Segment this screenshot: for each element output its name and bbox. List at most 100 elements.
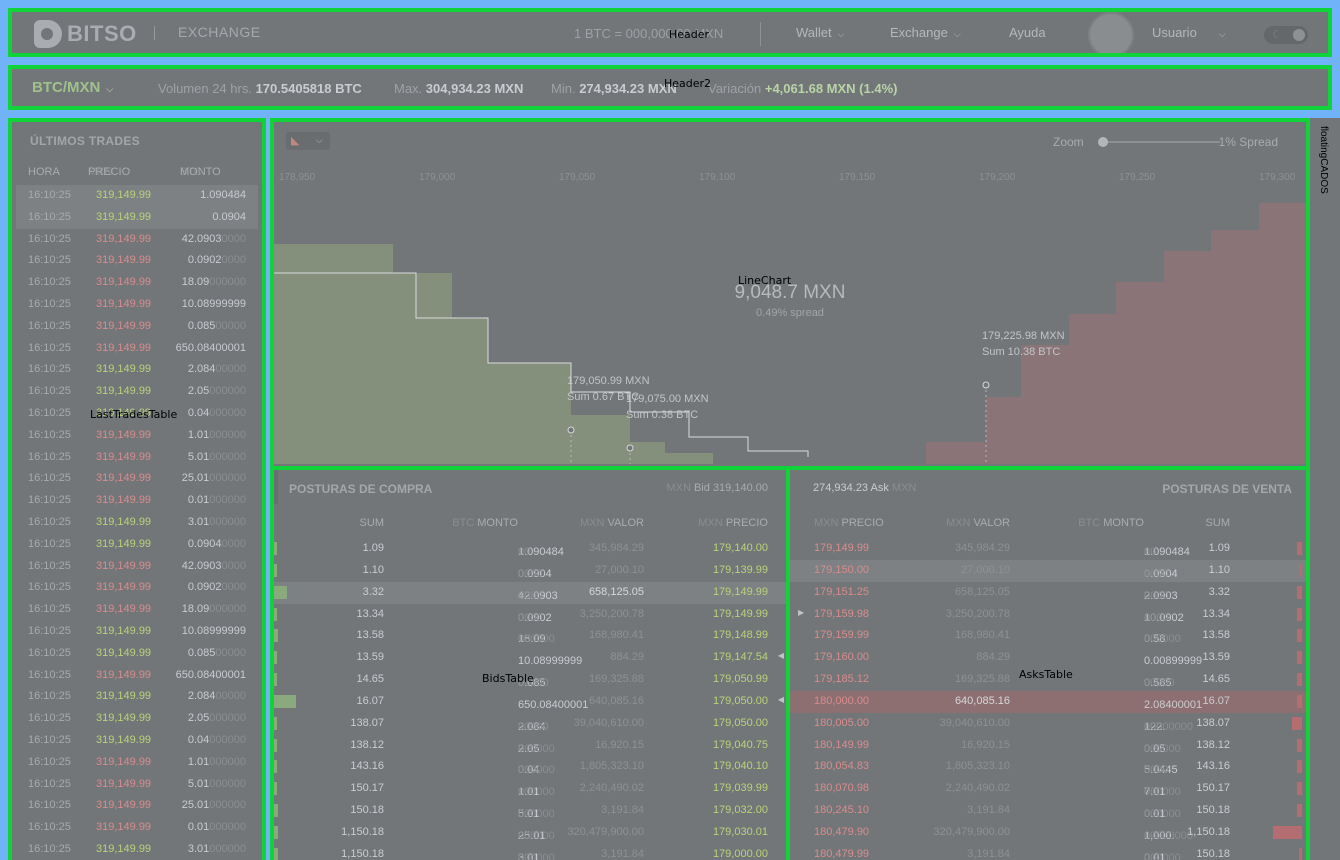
table-row[interactable]: 16:10:25 319,149.99 2.05000000 <box>16 381 258 403</box>
table-row[interactable]: 1.09 1.090484 00 345,984.29 179,140.00 <box>274 538 790 560</box>
table-row[interactable]: 150.17 1.01 000000 2,240,490.02 179,039.99 <box>274 778 790 800</box>
depth-bar <box>1297 694 1302 708</box>
table-row[interactable]: 138.07 2.084 00000 39,040,610.00 179,050.00 <box>274 713 790 735</box>
trade-price: 319,149.99 <box>96 232 152 245</box>
col-amount[interactable]: BTC MONTO <box>452 517 518 529</box>
col-price[interactable]: MXN PRECIO <box>698 517 768 529</box>
table-row[interactable]: 16:10:25 319,149.99 5.01000000 <box>16 774 258 796</box>
table-row[interactable]: 13.34 0.0902 0000 3,250,200.78 179,149.99 <box>274 604 790 626</box>
trade-amount-digits: 18.09 <box>181 603 210 616</box>
trade-time: 16:10:25 <box>28 624 71 637</box>
table-row[interactable]: ▶ 179,159.98 3,250,200.78 10.0902 0000 13.34 <box>790 604 1306 626</box>
table-row[interactable]: 16:10:25 319,149.99 3.01000000 <box>16 512 258 534</box>
col-sum[interactable]: SUM <box>360 517 384 529</box>
table-row[interactable]: 16.07 650.08400001 640,085.16 179,050.00 ◀ <box>274 691 790 713</box>
table-row[interactable]: 180,245.10 3,191.84 0.01 000000 150.18 <box>790 800 1306 822</box>
table-row[interactable]: 3.32 42.0903 0000 658,125.05 179,149.99 <box>274 581 790 604</box>
trade-time: 16:10:25 <box>28 712 71 725</box>
table-row[interactable]: 138.12 2.05 000000 16,920.15 179,040.75 <box>274 735 790 757</box>
table-row[interactable]: 16:10:25 319,149.99 650.08400001 <box>16 665 258 687</box>
trade-amount-digits: 1.090484 <box>200 189 246 201</box>
nav-exchange[interactable]: Exchange ⌵ <box>890 25 961 40</box>
floating-panel-strip[interactable]: floatingCADOS <box>1310 118 1340 860</box>
table-row[interactable]: 180,054.83 1,805,323.10 5.0445 0000 143.16 <box>790 756 1306 778</box>
col-value[interactable]: MXN VALOR <box>946 517 1010 529</box>
trade-time: 16:10:25 <box>28 319 71 332</box>
table-row[interactable]: 16:10:25 319,149.99 0.09020000 <box>16 577 258 599</box>
depth-bar <box>274 825 278 839</box>
table-row[interactable]: 16:10:25 319,149.99 42.09030000 <box>16 556 258 578</box>
nav-user[interactable]: Usuario ⌵ <box>1152 25 1226 40</box>
col-value[interactable]: MXN VALOR <box>580 517 644 529</box>
table-row[interactable]: 180,479.90 320,479,900.00 1,000. 00000000 1,… <box>790 822 1306 844</box>
table-row[interactable]: 13.59 10.08999999 884.29 179,147.54 ◀ <box>274 647 790 669</box>
table-row[interactable]: 16:10:25 319,149.99 2.08400000 <box>16 686 258 708</box>
table-row[interactable]: 16:10:25 319,149.99 0.08500000 <box>16 316 258 338</box>
table-row[interactable]: 16:10:25 319,149.99 0.08500000 <box>16 643 258 665</box>
table-row[interactable]: 16:10:25 319,149.99 25.01000000 <box>16 468 258 490</box>
brand-name: BITSO <box>67 21 137 46</box>
table-row[interactable]: 16:10:25 319,149.99 2.08400000 <box>16 359 258 381</box>
trade-amount-digits: 25.01 <box>181 472 210 485</box>
table-row[interactable]: 179,159.99 168,980.41 0.58 000000 13.58 <box>790 625 1306 647</box>
depth-chart[interactable]: 178,950 179,000 179,050 179,100 179,150 179,2… <box>274 122 1306 466</box>
user-avatar[interactable] <box>1088 12 1134 53</box>
table-row[interactable]: 16:10:25 319,149.99 0.09040000 <box>16 534 258 556</box>
table-row[interactable]: 16:10:25 319,149.99 25.01000000 <box>16 795 258 817</box>
table-row[interactable]: 16:10:25 319,149.99 0.01000000 <box>16 490 258 512</box>
trade-price: 319,149.99 <box>96 319 152 332</box>
bid-sum: 13.58 <box>356 629 384 642</box>
table-row[interactable]: 16:10:25 319,149.99 1.090484 <box>16 185 258 207</box>
trade-amount: 0.01000000 <box>188 494 246 506</box>
table-row[interactable]: 16:10:25 319,149.99 5.01000000 <box>16 447 258 469</box>
table-row[interactable]: 13.58 18.09 000000 168,980.41 179,148.99 <box>274 625 790 647</box>
table-row[interactable]: 179,150.00 27,000.10 0.0904 0000 1.10 <box>790 559 1306 582</box>
table-row[interactable]: 1,150.18 25.01 000000 320,479,900.00 179,030… <box>274 822 790 844</box>
nav-help[interactable]: Ayuda <box>1009 25 1046 40</box>
table-row[interactable]: 150.18 5.01 000000 3,191.84 179,032.00 <box>274 800 790 822</box>
table-row[interactable]: 179,160.00 884.29 0.00899999 13.59 <box>790 647 1306 669</box>
theme-toggle[interactable]: ☾ <box>1264 26 1308 44</box>
table-row[interactable]: 16:10:25 319,149.99 10.08999999 <box>16 294 258 316</box>
table-row[interactable]: 16:10:25 319,149.99 10.08999999 <box>16 621 258 643</box>
table-row[interactable]: 180,000.00 640,085.16 2.08400001 16.07 <box>790 690 1306 713</box>
table-row[interactable]: 16:10:25 319,149.99 650.08400001 <box>16 338 258 360</box>
table-row[interactable]: 16:10:25 319,149.99 18.09000000 <box>16 272 258 294</box>
table-row[interactable]: 16:10:25 319,149.99 2.05000000 <box>16 708 258 730</box>
table-row[interactable]: 16:10:25 319,149.99 0.09020000 <box>16 250 258 272</box>
trade-amount-zeros: 000000 <box>209 777 246 790</box>
table-row[interactable]: 180,005.00 39,040,610.00 122. 00000000 138.0… <box>790 713 1306 735</box>
table-row[interactable]: 16:10:25 319,149.99 42.09030000 <box>16 229 258 251</box>
trade-price: 319,149.99 <box>96 189 152 201</box>
table-row[interactable]: 1.10 0.0904 0000 27,000.10 179,139.99 <box>274 560 790 582</box>
nav-wallet[interactable]: Wallet ⌵ <box>796 25 844 40</box>
ask-price: 180,479.99 <box>814 847 870 860</box>
table-row[interactable]: 180,149.99 16,920.15 0.05 000000 138.12 <box>790 735 1306 757</box>
col-sum[interactable]: SUM <box>1206 517 1230 529</box>
table-row[interactable]: 179,149.99 345,984.29 1.090484 00 1.09 <box>790 538 1306 560</box>
table-row[interactable]: 16:10:25 319,149.99 1.01000000 <box>16 752 258 774</box>
depth-bar <box>1297 651 1302 665</box>
table-row[interactable]: 179,151.25 658,125.05 2.0903 0000 3.32 <box>790 582 1306 604</box>
table-row[interactable]: 16:10:25 319,149.99 0.0904 <box>16 206 258 229</box>
trade-time: 16:10:25 <box>28 428 71 441</box>
ask-price: 180,000.00 <box>814 694 870 707</box>
table-row[interactable]: 180,070.98 2,240,490.02 7.01 000000 150.17 <box>790 778 1306 800</box>
x-tick-label: 179,250 <box>1119 172 1156 183</box>
table-row[interactable]: 143.16 0.04 000000 1,805,323.10 179,040.10 <box>274 756 790 778</box>
pair-selector[interactable]: BTC/MXN ⌵ <box>32 79 113 96</box>
table-row[interactable]: 180,479.99 3,191.84 0.01 000000 150.18 <box>790 844 1306 860</box>
col-amount[interactable]: BTC MONTO <box>1078 517 1144 529</box>
col-price[interactable]: MXN PRECIO <box>814 517 884 529</box>
trade-amount-digits: 2.05 <box>187 712 210 725</box>
table-row[interactable]: 1,150.18 3.01 000000 3,191.84 179,000.00 <box>274 844 790 860</box>
col-price-unit: MXN <box>814 517 839 529</box>
trade-amount: 1.01000000 <box>188 429 246 441</box>
table-row[interactable]: 16:10:25 319,149.99 3.01000000 <box>16 839 258 860</box>
table-row[interactable]: 16:10:25 319,149.99 0.04000000 <box>16 730 258 752</box>
table-row[interactable]: 16:10:25 319,149.99 1.01000000 <box>16 425 258 447</box>
table-row[interactable]: 16:10:25 319,149.99 18.09000000 <box>16 599 258 621</box>
table-row[interactable]: 16:10:25 319,149.99 0.01000000 <box>16 817 258 839</box>
bitso-logo[interactable]: BITSO <box>34 20 137 48</box>
ask-sum: 1.09 <box>1208 542 1230 554</box>
